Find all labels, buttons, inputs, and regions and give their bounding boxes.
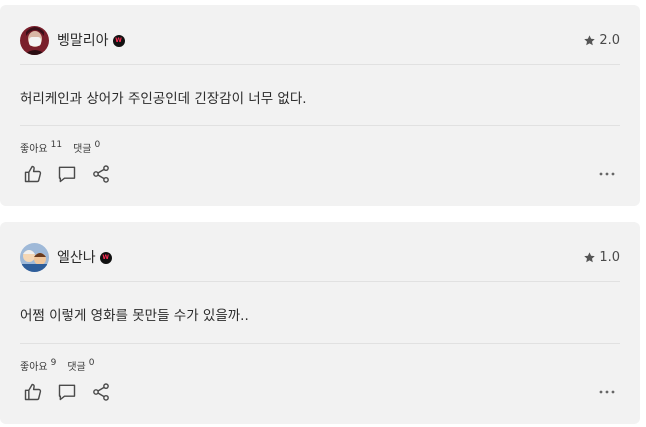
more-icon	[599, 172, 615, 176]
action-bar	[22, 381, 616, 403]
like-button[interactable]	[22, 381, 44, 403]
thumbs-up-icon	[24, 383, 42, 401]
star-icon	[584, 34, 596, 45]
review-header: 엘산나 W 1.0	[20, 242, 620, 272]
more-button[interactable]	[598, 163, 616, 185]
username[interactable]: 벵말리아	[57, 30, 109, 50]
comments-count: 0	[94, 139, 101, 150]
review-text[interactable]: 허리케인과 상어가 주인공인데 긴장감이 너무 없다.	[20, 87, 620, 107]
share-icon	[93, 165, 109, 183]
badge-letter: W	[102, 253, 109, 261]
share-icon	[93, 383, 109, 401]
avatar[interactable]	[20, 242, 49, 272]
divider	[20, 343, 620, 344]
comment-button[interactable]	[56, 381, 78, 403]
share-button[interactable]	[90, 381, 112, 403]
likes-count: 9	[50, 357, 57, 368]
more-button[interactable]	[598, 381, 616, 403]
likes-count: 11	[50, 139, 63, 150]
verified-badge-icon: W	[112, 34, 125, 47]
star-icon	[584, 251, 596, 262]
like-button[interactable]	[22, 163, 44, 185]
rating: 2.0	[583, 33, 620, 48]
comments-label: 댓글	[67, 362, 86, 373]
likes-label: 좋아요	[20, 362, 48, 373]
rating-value: 1.0	[599, 249, 620, 265]
comments-label: 댓글	[73, 144, 92, 155]
share-button[interactable]	[90, 163, 112, 185]
comment-icon	[58, 384, 76, 401]
verified-badge-icon: W	[99, 251, 112, 264]
badge-letter: W	[115, 36, 122, 44]
more-icon	[599, 390, 615, 394]
likes-label: 좋아요	[20, 144, 48, 155]
divider	[20, 64, 620, 65]
review-card: 엘산나 W 1.0 어쩜 이렇게 영화를 못만들 수가 있을까.. 좋아요 9 …	[0, 222, 640, 424]
divider	[20, 125, 620, 126]
username[interactable]: 엘산나	[57, 247, 96, 267]
comment-button[interactable]	[56, 163, 78, 185]
divider	[20, 281, 620, 282]
comments-count: 0	[88, 357, 95, 368]
review-card: 벵말리아 W 2.0 허리케인과 상어가 주인공인데 긴장감이 너무 없다. 좋…	[0, 5, 640, 206]
review-text[interactable]: 어쩜 이렇게 영화를 못만들 수가 있을까..	[20, 304, 620, 324]
rating: 1.0	[583, 250, 620, 265]
avatar[interactable]	[20, 25, 49, 55]
comment-icon	[58, 166, 76, 183]
reaction-counts: 좋아요 11 댓글 0	[20, 139, 101, 156]
review-header: 벵말리아 W 2.0	[20, 25, 620, 55]
rating-value: 2.0	[599, 32, 620, 48]
thumbs-up-icon	[24, 165, 42, 183]
action-bar	[22, 163, 616, 185]
reaction-counts: 좋아요 9 댓글 0	[20, 357, 95, 374]
